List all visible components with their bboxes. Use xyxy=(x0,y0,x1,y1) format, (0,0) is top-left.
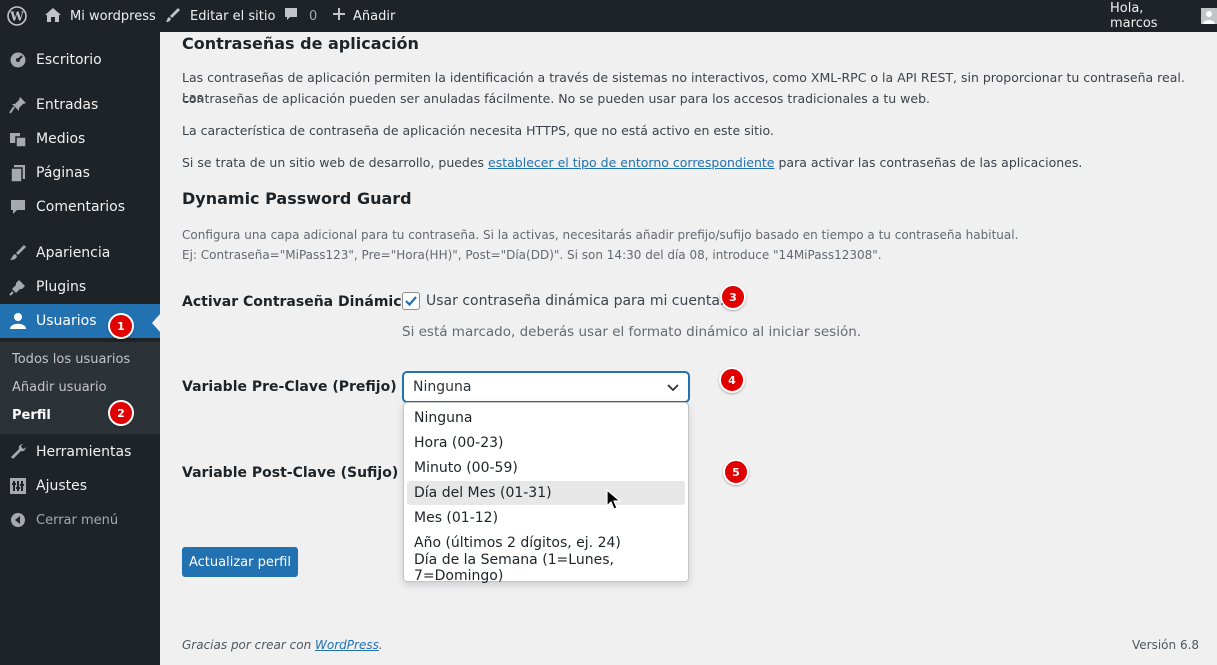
main-content: Contraseñas de aplicación Las contraseña… xyxy=(160,32,1217,665)
add-new-link[interactable]: Añadir xyxy=(331,0,395,32)
checkbox-label[interactable]: Usar contraseña dinámica para mi cuenta. xyxy=(426,293,724,309)
option-minute[interactable]: Minuto (00-59) xyxy=(407,456,685,480)
app-passwords-title: Contraseñas de aplicación xyxy=(182,34,419,53)
submenu-add-user[interactable]: Añadir usuario xyxy=(12,380,107,395)
option-month[interactable]: Mes (01-12) xyxy=(407,506,685,530)
prefix-label: Variable Pre-Clave (Prefijo) xyxy=(182,379,397,395)
users-submenu: Todos los usuarios Añadir usuario Perfil xyxy=(0,342,160,434)
chevron-down-icon xyxy=(667,384,679,392)
step-badge-1: 1 xyxy=(108,313,134,339)
wordpress-link[interactable]: WordPress xyxy=(315,638,379,652)
prefix-select-value: Ninguna xyxy=(413,379,472,395)
sidebar-item-plugins[interactable]: Plugins xyxy=(0,270,160,304)
site-name: Mi wordpress xyxy=(70,8,156,24)
comments-link[interactable]: 0 xyxy=(283,0,317,32)
sidebar-item-label: Medios xyxy=(36,131,86,147)
site-name-link[interactable]: Mi wordpress xyxy=(44,0,156,32)
option-day-of-month[interactable]: Día del Mes (01-31) xyxy=(407,481,685,505)
footer-version: Versión 6.8 xyxy=(1132,638,1200,652)
admin-sidebar: Escritorio Entradas Medios Páginas Comen… xyxy=(0,32,160,665)
mouse-cursor-icon xyxy=(606,488,624,517)
sidebar-item-dashboard[interactable]: Escritorio xyxy=(0,43,160,77)
dev-notice-text-end: para activar las contraseñas de las apli… xyxy=(774,155,1083,170)
comment-icon xyxy=(283,6,303,26)
pin-icon xyxy=(8,95,28,115)
option-day-of-week[interactable]: Día de la Semana (1=Lunes, 7=Domingo) xyxy=(407,552,685,584)
footer-thanks-text: Gracias por crear con xyxy=(182,638,316,652)
dpg-desc-line2: Ej: Contraseña="MiPass123", Pre="Hora(HH… xyxy=(182,248,882,262)
dpg-title: Dynamic Password Guard xyxy=(182,189,412,208)
sidebar-item-users[interactable]: Usuarios xyxy=(0,304,160,338)
sidebar-item-label: Apariencia xyxy=(36,245,111,261)
sidebar-item-posts[interactable]: Entradas xyxy=(0,88,160,122)
admin-bar: W Mi wordpress Editar el sitio 0 Añadir … xyxy=(0,0,1217,32)
sidebar-item-media[interactable]: Medios xyxy=(0,122,160,156)
media-icon xyxy=(8,129,28,149)
dev-notice-text: Si se trata de un sitio web de desarroll… xyxy=(182,155,489,170)
dev-environment-notice: Si se trata de un sitio web de desarroll… xyxy=(182,153,1192,173)
home-icon xyxy=(44,6,64,26)
dashboard-icon xyxy=(8,50,28,70)
sidebar-item-label: Páginas xyxy=(36,165,90,181)
sidebar-item-label: Cerrar menú xyxy=(36,512,119,528)
sidebar-item-label: Escritorio xyxy=(36,52,102,68)
avatar xyxy=(1201,8,1217,24)
page-icon xyxy=(8,163,28,183)
comment-icon xyxy=(8,197,28,217)
https-notice: La característica de contraseña de aplic… xyxy=(182,123,774,138)
sidebar-item-comments[interactable]: Comentarios xyxy=(0,190,160,224)
my-account-link[interactable]: Hola, marcos xyxy=(1110,0,1217,32)
option-hour[interactable]: Hora (00-23) xyxy=(407,431,685,455)
sidebar-collapse-menu[interactable]: Cerrar menú xyxy=(0,503,160,537)
sidebar-item-label: Plugins xyxy=(36,279,87,295)
app-passwords-desc-line2: contraseñas de aplicación pueden ser anu… xyxy=(182,91,931,106)
wordpress-logo-icon[interactable]: W xyxy=(7,0,27,32)
sidebar-item-label: Herramientas xyxy=(36,444,132,460)
edit-site-label: Editar el sitio xyxy=(190,8,276,24)
checkbox-description: Si está marcado, deberás usar el formato… xyxy=(402,324,862,340)
environment-type-link[interactable]: establecer el tipo de entorno correspond… xyxy=(488,155,774,170)
settings-icon xyxy=(8,476,28,496)
sidebar-item-settings[interactable]: Ajustes xyxy=(0,469,160,503)
activate-dynamic-label: Activar Contraseña Dinámica xyxy=(182,294,411,310)
dpg-desc-line1: Configura una capa adicional para tu con… xyxy=(182,228,1019,242)
comments-count: 0 xyxy=(309,8,318,24)
greeting: Hola, marcos xyxy=(1110,1,1158,31)
sidebar-item-tools[interactable]: Herramientas xyxy=(0,435,160,469)
step-badge-2: 2 xyxy=(108,400,134,426)
active-menu-arrow xyxy=(152,314,160,332)
prefix-select[interactable]: Ninguna xyxy=(403,372,689,402)
option-none[interactable]: Ninguna xyxy=(407,406,685,430)
sidebar-item-appearance[interactable]: Apariencia xyxy=(0,236,160,270)
sidebar-item-pages[interactable]: Páginas xyxy=(0,156,160,190)
submenu-all-users[interactable]: Todos los usuarios xyxy=(12,352,130,367)
wrench-icon xyxy=(8,442,28,462)
submenu-profile[interactable]: Perfil xyxy=(12,408,51,423)
footer-thanks-end: . xyxy=(378,638,383,652)
sidebar-item-label: Ajustes xyxy=(36,478,88,494)
edit-site-link[interactable]: Editar el sitio xyxy=(164,0,275,32)
brush-icon xyxy=(164,6,184,26)
sidebar-item-label: Usuarios xyxy=(36,313,97,329)
suffix-label: Variable Post-Clave (Sufijo) xyxy=(182,465,399,481)
add-new-label: Añadir xyxy=(353,8,396,24)
brush-icon xyxy=(8,243,28,263)
svg-text:W: W xyxy=(9,10,24,24)
prefix-dropdown-list: Ninguna Hora (00-23) Minuto (00-59) Día … xyxy=(403,402,689,584)
dynamic-password-checkbox[interactable] xyxy=(402,292,420,310)
collapse-icon xyxy=(8,510,28,530)
plugin-icon xyxy=(8,277,28,297)
user-icon xyxy=(8,311,28,331)
sidebar-item-label: Comentarios xyxy=(36,199,126,215)
footer-thanks: Gracias por crear con WordPress. xyxy=(182,638,383,652)
checkmark-icon xyxy=(405,296,417,307)
plus-icon xyxy=(331,6,347,26)
update-profile-button[interactable]: Actualizar perfil xyxy=(182,547,298,577)
sidebar-item-label: Entradas xyxy=(36,97,99,113)
